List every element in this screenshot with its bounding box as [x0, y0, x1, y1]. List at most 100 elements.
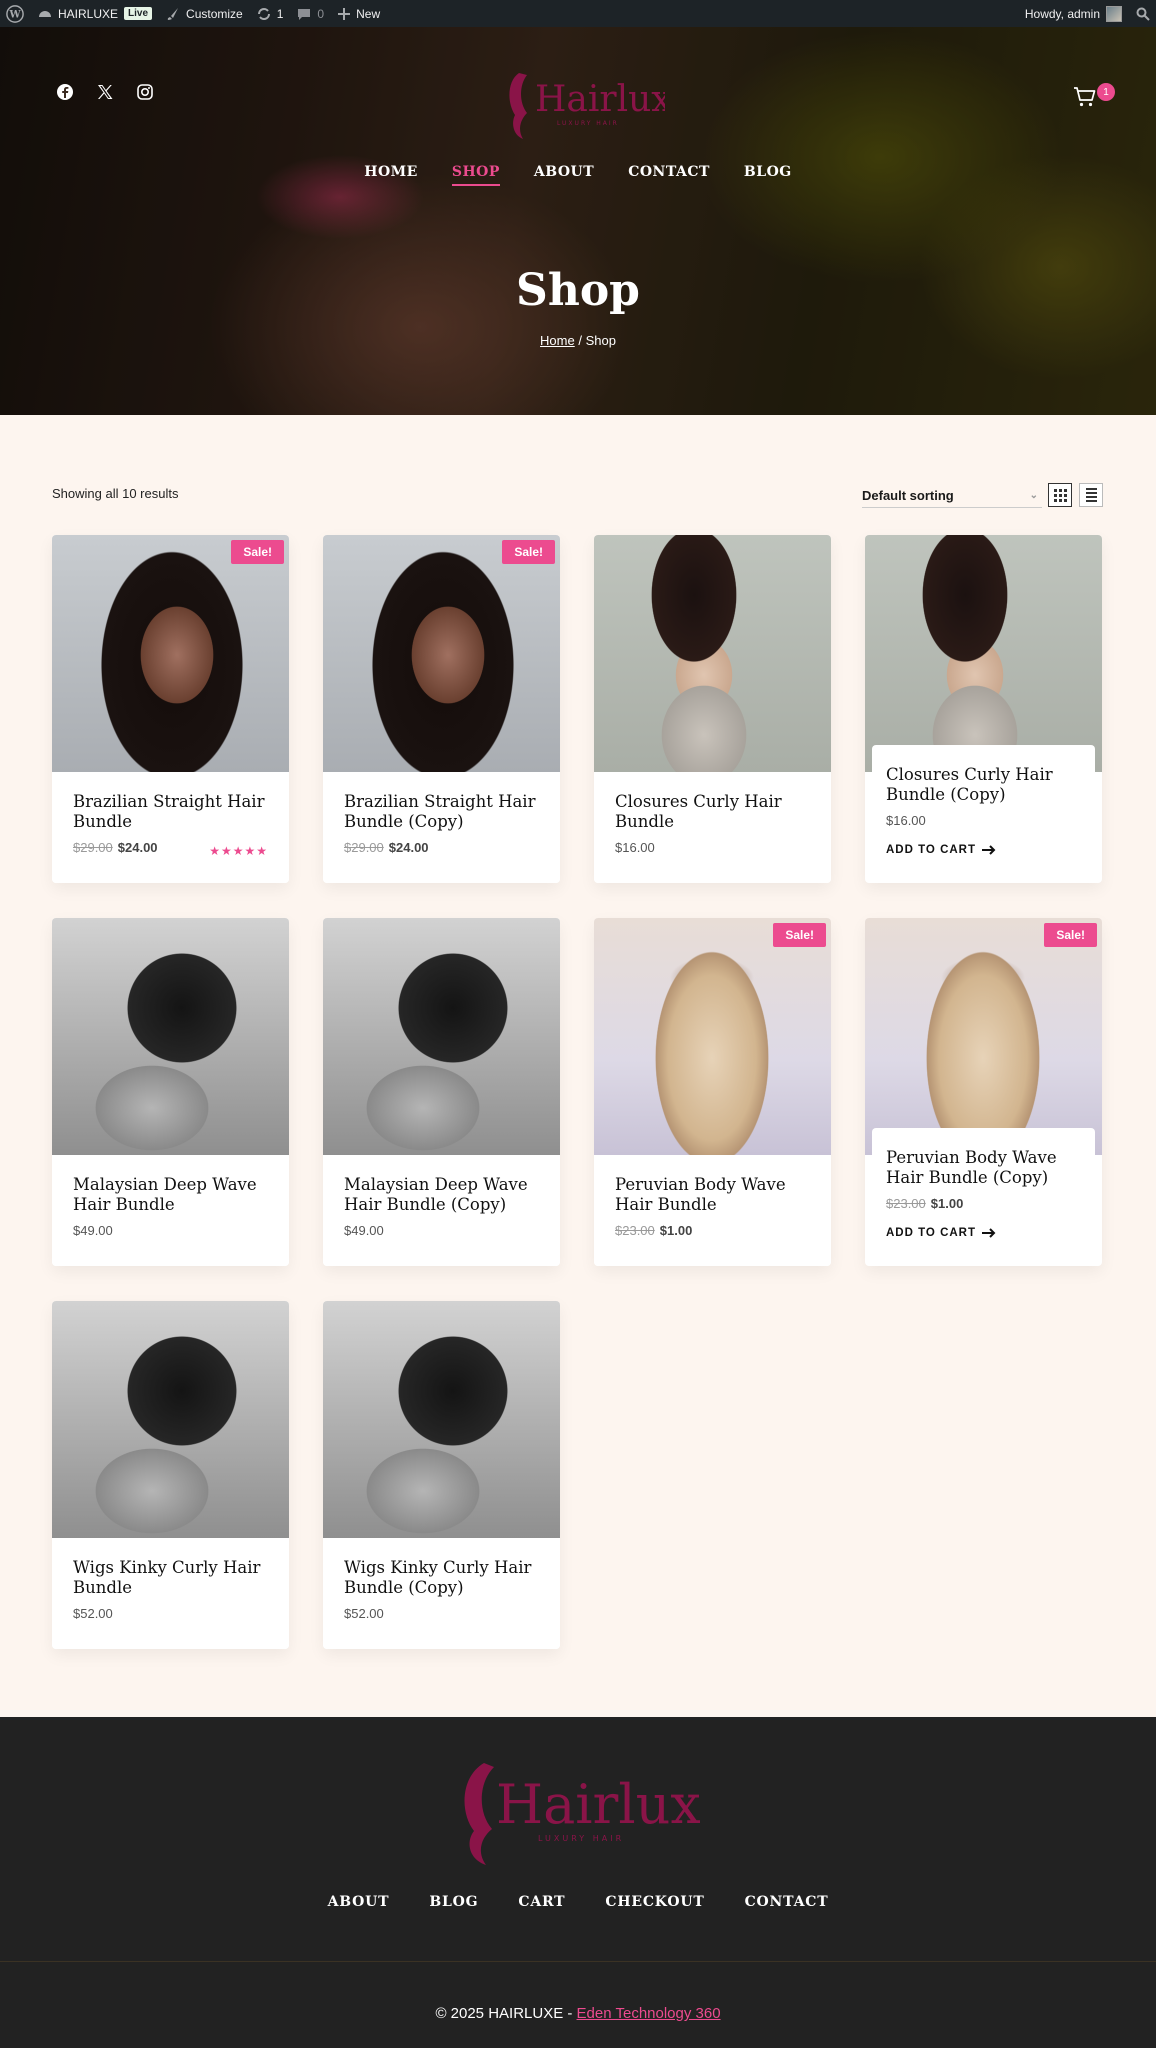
product-image[interactable]: [323, 1301, 560, 1538]
comments-count: 0: [317, 6, 325, 21]
product-title[interactable]: Malaysian Deep Wave Hair Bundle (Copy): [344, 1175, 539, 1215]
product-image[interactable]: [594, 535, 831, 772]
search-icon[interactable]: [1136, 7, 1150, 21]
svg-text:W: W: [8, 9, 21, 20]
product-info: Malaysian Deep Wave Hair Bundle $49.00: [52, 1155, 289, 1266]
breadcrumb-home[interactable]: Home: [540, 333, 575, 348]
admin-bar: W HAIRLUXE Live Customize 1 0 New Howdy,…: [0, 0, 1156, 27]
product-price: $29.00 $24.00: [344, 840, 539, 855]
product-card-hovered[interactable]: Sale! Peruvian Body Wave Hair Bundle (Co…: [865, 918, 1102, 1266]
sale-badge: Sale!: [231, 540, 284, 564]
grid-icon: [1053, 488, 1067, 502]
footer-nav-cart[interactable]: CART: [518, 1894, 565, 1910]
product-title[interactable]: Brazilian Straight Hair Bundle: [73, 792, 268, 832]
nav-blog[interactable]: BLOG: [744, 164, 792, 186]
updates-link[interactable]: 1: [257, 7, 283, 21]
nav-about[interactable]: ABOUT: [534, 164, 594, 186]
result-count: Showing all 10 results: [52, 486, 179, 501]
product-title[interactable]: Brazilian Straight Hair Bundle (Copy): [344, 792, 539, 832]
product-card[interactable]: Sale! Brazilian Straight Hair Bundle $29…: [52, 535, 289, 883]
list-view-button[interactable]: [1079, 483, 1103, 507]
x-twitter-icon[interactable]: [96, 83, 114, 101]
product-info: Brazilian Straight Hair Bundle (Copy) $2…: [323, 772, 560, 883]
facebook-icon[interactable]: [56, 83, 74, 101]
sale-price: $24.00: [388, 840, 429, 855]
arrow-right-icon: [982, 845, 996, 855]
add-to-cart-button[interactable]: ADD TO CART: [886, 844, 1081, 856]
footer-nav-blog[interactable]: BLOG: [429, 1894, 478, 1910]
site-logo[interactable]: Hairluxe LUXURY HAIR: [505, 63, 693, 143]
credit-link[interactable]: Eden Technology 360: [577, 2005, 721, 2022]
new-content-link[interactable]: New: [338, 7, 380, 21]
instagram-icon[interactable]: [136, 83, 154, 101]
chevron-down-icon: ⌄: [1029, 490, 1038, 501]
nav-shop[interactable]: SHOP: [451, 164, 500, 186]
product-title[interactable]: Malaysian Deep Wave Hair Bundle: [73, 1175, 268, 1215]
footer-logo-tagline: LUXURY HAIR: [538, 1834, 624, 1843]
nav-contact[interactable]: CONTACT: [628, 164, 710, 186]
price: $16.00: [886, 813, 926, 828]
footer-nav-contact[interactable]: CONTACT: [745, 1894, 829, 1910]
product-card[interactable]: Wigs Kinky Curly Hair Bundle $52.00: [52, 1301, 289, 1649]
product-info: Malaysian Deep Wave Hair Bundle (Copy) $…: [323, 1155, 560, 1266]
breadcrumb: Home / Shop: [0, 333, 1156, 348]
product-card[interactable]: Sale! Brazilian Straight Hair Bundle (Co…: [323, 535, 560, 883]
admin-site-link[interactable]: HAIRLUXE Live: [38, 6, 153, 21]
product-card[interactable]: Sale! Peruvian Body Wave Hair Bundle $23…: [594, 918, 831, 1266]
customize-link[interactable]: Customize: [166, 7, 243, 21]
comments-link[interactable]: 0: [297, 7, 324, 21]
new-label: New: [356, 6, 381, 21]
product-title[interactable]: Peruvian Body Wave Hair Bundle: [615, 1175, 810, 1215]
product-title[interactable]: Wigs Kinky Curly Hair Bundle: [73, 1558, 268, 1598]
product-info: Wigs Kinky Curly Hair Bundle $52.00: [52, 1538, 289, 1649]
add-to-cart-button[interactable]: ADD TO CART: [886, 1227, 1081, 1239]
copyright: © 2025 HAIRLUXE - Eden Technology 360: [0, 2005, 1156, 2022]
sorting-select[interactable]: Default sorting ⌄: [862, 484, 1042, 508]
wordpress-logo-icon[interactable]: W: [6, 4, 24, 23]
product-card[interactable]: Malaysian Deep Wave Hair Bundle $49.00: [52, 918, 289, 1266]
sale-price: $1.00: [930, 1196, 964, 1211]
product-price: $49.00: [73, 1223, 268, 1238]
comment-icon: [298, 8, 311, 20]
product-image[interactable]: [594, 918, 831, 1155]
product-image[interactable]: [323, 535, 560, 772]
product-title[interactable]: Wigs Kinky Curly Hair Bundle (Copy): [344, 1558, 539, 1598]
account-menu[interactable]: Howdy, admin: [1025, 5, 1122, 22]
product-image[interactable]: [52, 1301, 289, 1538]
product-title[interactable]: Peruvian Body Wave Hair Bundle (Copy): [886, 1148, 1081, 1188]
product-image[interactable]: [865, 918, 1102, 1155]
site-footer: Hairluxe LUXURY HAIR ABOUT BLOG CART CHE…: [0, 1717, 1156, 2048]
product-image[interactable]: [52, 535, 289, 772]
price: $49.00: [73, 1223, 113, 1238]
product-image[interactable]: [52, 918, 289, 1155]
list-icon: [1085, 488, 1097, 502]
header-cart[interactable]: 1: [1073, 83, 1115, 109]
shopping-cart-icon: [1074, 87, 1096, 107]
dashboard-icon: [39, 10, 51, 17]
product-card[interactable]: Closures Curly Hair Bundle $16.00: [594, 535, 831, 883]
product-image[interactable]: [865, 535, 1102, 772]
product-title[interactable]: Closures Curly Hair Bundle (Copy): [886, 765, 1081, 805]
product-price: $52.00: [344, 1606, 539, 1621]
product-card[interactable]: Malaysian Deep Wave Hair Bundle (Copy) $…: [323, 918, 560, 1266]
product-image[interactable]: [323, 918, 560, 1155]
add-to-cart-label: ADD TO CART: [886, 844, 977, 856]
logo-tagline: LUXURY HAIR: [557, 120, 619, 127]
hero-banner: Hairluxe LUXURY HAIR 1 HOME SHOP ABOUT C…: [0, 27, 1156, 415]
page-title: Shop: [516, 265, 640, 316]
product-card[interactable]: Wigs Kinky Curly Hair Bundle (Copy) $52.…: [323, 1301, 560, 1649]
copyright-text: © 2025 HAIRLUXE -: [435, 2005, 577, 2022]
nav-home[interactable]: HOME: [364, 164, 418, 186]
footer-nav-about[interactable]: ABOUT: [328, 1894, 390, 1910]
product-info: Wigs Kinky Curly Hair Bundle (Copy) $52.…: [323, 1538, 560, 1649]
paintbrush-icon: [167, 7, 179, 20]
product-card-hovered[interactable]: Closures Curly Hair Bundle (Copy) $16.00…: [865, 535, 1102, 883]
admin-site-name: HAIRLUXE: [58, 6, 119, 21]
footer-logo[interactable]: Hairluxe LUXURY HAIR: [456, 1755, 733, 1867]
price: $16.00: [615, 840, 655, 855]
product-title[interactable]: Closures Curly Hair Bundle: [615, 792, 810, 832]
plus-icon: [338, 7, 351, 20]
product-price: $23.00 $1.00: [886, 1196, 1081, 1211]
footer-nav-checkout[interactable]: CHECKOUT: [605, 1894, 704, 1910]
grid-view-button[interactable]: [1048, 483, 1072, 507]
